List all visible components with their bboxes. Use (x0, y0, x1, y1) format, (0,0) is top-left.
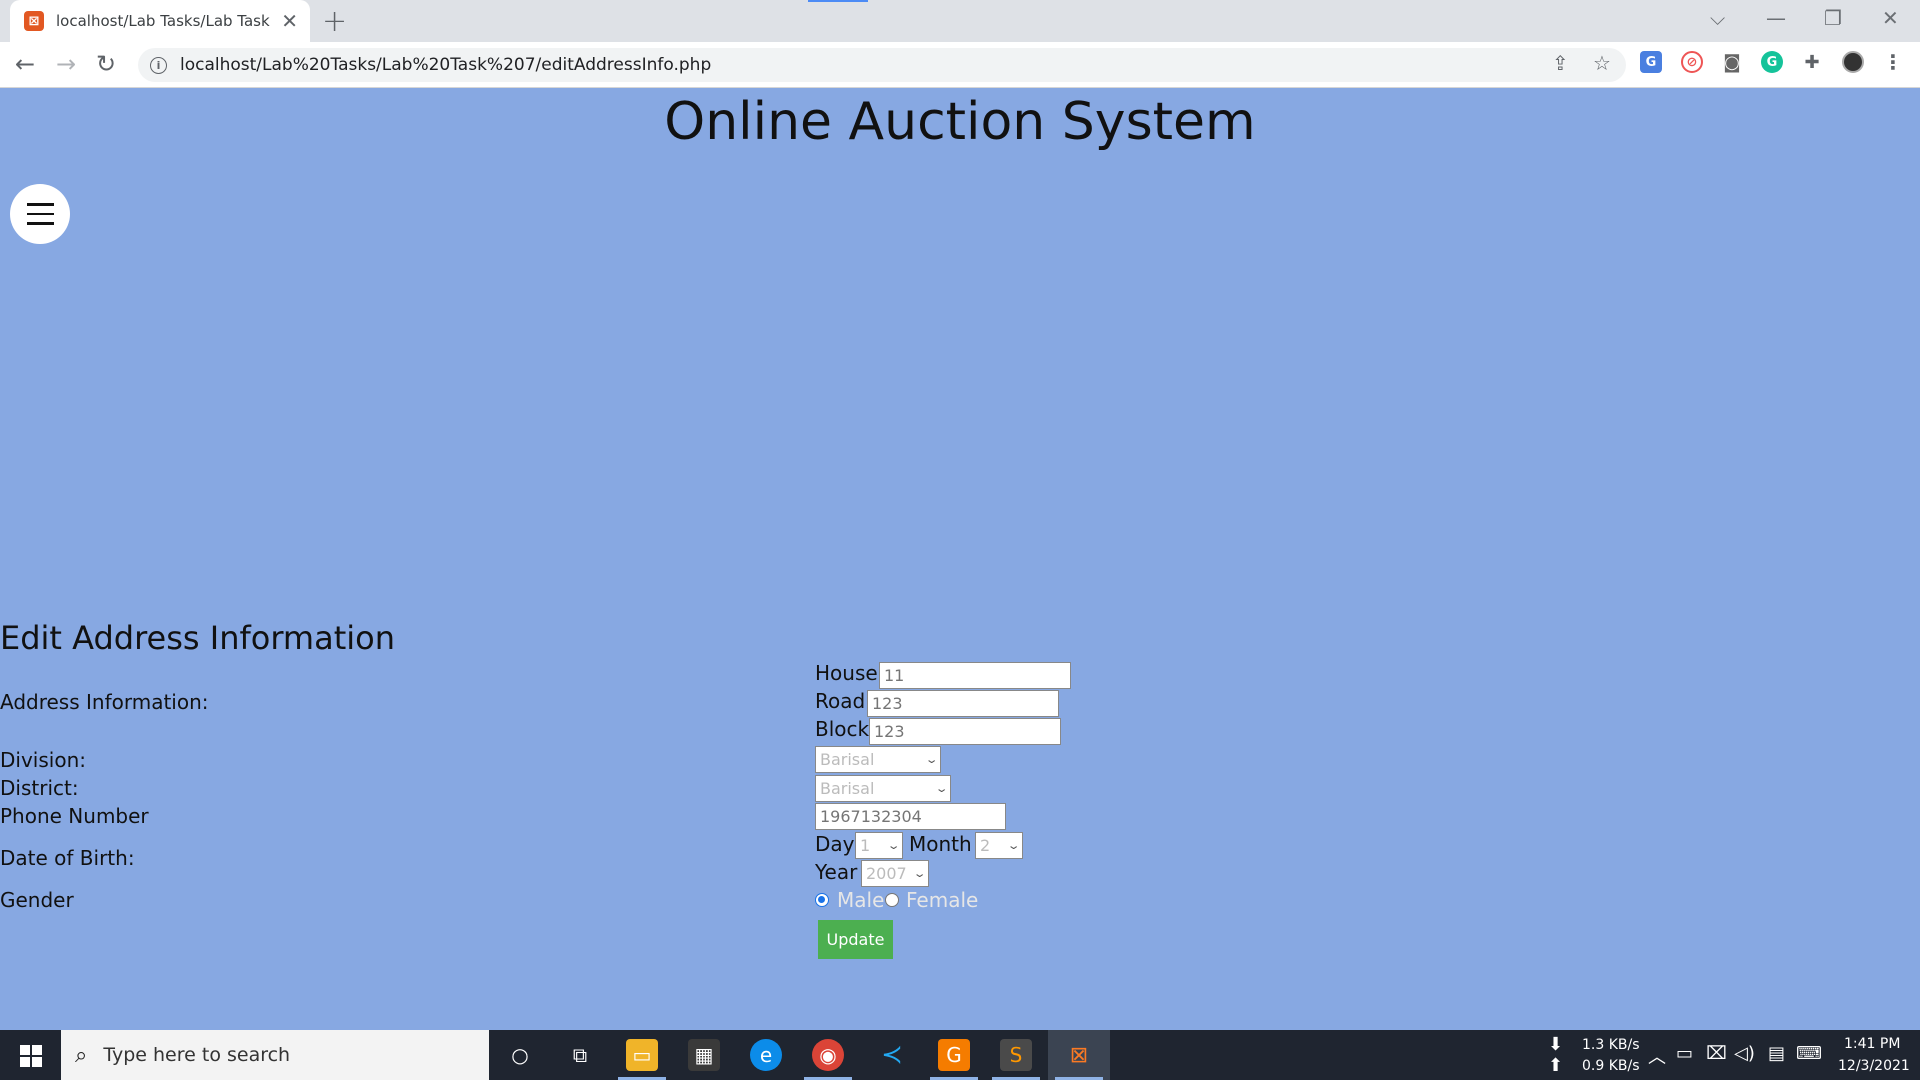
date-of-birth-label: Date of Birth: (0, 846, 135, 870)
hamburger-line (26, 222, 54, 225)
browser-toolbar: ← → ↻ i localhost/Lab%20Tasks/Lab%20Task… (0, 42, 1920, 88)
taskbar-search-box[interactable]: ⌕ Type here to search (61, 1030, 489, 1080)
network-icon[interactable]: ▭ (1676, 1043, 1693, 1064)
block-input[interactable] (869, 718, 1061, 745)
gender-label: Gender (0, 888, 74, 912)
sublime-text-icon[interactable]: S (1000, 1039, 1032, 1071)
download-arrow-icon: ⬇ (1548, 1034, 1564, 1055)
month-label: Month (909, 832, 972, 856)
tab-title: localhost/Lab Tasks/Lab Task 7/e (56, 12, 271, 30)
camera-icon[interactable]: ◙ (1721, 51, 1743, 73)
search-icon: ⌕ (75, 1042, 88, 1068)
close-tab-icon[interactable]: ✕ (281, 9, 298, 33)
bookmark-star-icon[interactable]: ☆ (1593, 51, 1611, 75)
chevron-down-icon: ⌄ (912, 867, 927, 880)
house-label: House (815, 661, 878, 685)
show-hidden-icons-chevron-icon[interactable]: ︿ (1648, 1043, 1666, 1069)
hamburger-line (26, 203, 54, 206)
reload-icon[interactable]: ↻ (96, 50, 116, 78)
browser-menu-icon[interactable]: ⋮ (1882, 50, 1904, 74)
browser-tab[interactable]: ⊠ localhost/Lab Tasks/Lab Task 7/e ✕ (10, 0, 310, 42)
year-label: Year (815, 860, 858, 884)
update-button[interactable]: Update (818, 920, 893, 959)
pdf-reader-icon[interactable]: G (938, 1039, 970, 1071)
microsoft-store-icon[interactable]: ▦ (688, 1039, 720, 1071)
xampp-favicon-icon: ⊠ (24, 11, 44, 31)
new-tab-icon[interactable]: + (322, 4, 347, 39)
cortana-icon[interactable]: ○ (504, 1039, 536, 1071)
chrome-browser-icon[interactable]: ◉ (812, 1039, 844, 1071)
task-view-icon[interactable]: ⧉ (564, 1039, 596, 1071)
xampp-icon: ⊠ (1069, 1042, 1089, 1068)
keyboard-icon[interactable]: ⌨ (1796, 1043, 1822, 1064)
notification-device-icon[interactable]: ▤ (1768, 1043, 1785, 1064)
upload-arrow-icon: ⬆ (1548, 1055, 1564, 1076)
day-label: Day (815, 832, 855, 856)
year-value: 2007 (866, 864, 907, 883)
gender-male-radio[interactable] (815, 893, 829, 907)
close-window-icon[interactable]: ✕ (1882, 6, 1899, 30)
file-explorer-icon[interactable]: ▭ (626, 1039, 658, 1071)
windows-taskbar: ⌕ Type here to search ○ ⧉ ▭ ▦ e ◉ ≺ G S … (0, 1030, 1920, 1080)
year-select[interactable]: 2007 ⌄ (861, 860, 929, 887)
volume-icon[interactable]: ◁) (1734, 1043, 1755, 1064)
windows-start-icon[interactable] (20, 1045, 42, 1067)
back-icon[interactable]: ← (15, 50, 35, 78)
road-input[interactable] (867, 690, 1059, 717)
gender-male-label[interactable]: Male (837, 888, 884, 912)
district-select[interactable]: Barisal ⌄ (815, 775, 951, 802)
day-select[interactable]: 1 ⌄ (855, 832, 903, 859)
forward-icon[interactable]: → (56, 50, 76, 78)
battery-icon[interactable]: ⌧ (1706, 1043, 1727, 1064)
google-translate-icon[interactable]: G (1640, 51, 1662, 73)
block-label: Block (815, 717, 870, 741)
profile-avatar-icon[interactable] (1842, 51, 1864, 73)
grammarly-icon[interactable]: G (1761, 51, 1783, 73)
phone-number-label: Phone Number (0, 804, 149, 828)
tab-search-chevron-icon[interactable]: ⌵ (1710, 6, 1725, 30)
taskbar-search-placeholder: Type here to search (103, 1044, 291, 1066)
edge-browser-icon[interactable]: e (750, 1039, 782, 1071)
district-value: Barisal (820, 779, 875, 798)
site-title: Online Auction System (664, 92, 1256, 152)
chevron-down-icon: ⌄ (886, 839, 901, 852)
address-bar[interactable]: i localhost/Lab%20Tasks/Lab%20Task%207/e… (138, 48, 1626, 82)
form-heading: Edit Address Information (0, 619, 395, 657)
site-info-icon[interactable]: i (150, 56, 167, 74)
restore-icon[interactable]: ❐ (1824, 6, 1842, 30)
vscode-icon[interactable]: ≺ (876, 1039, 908, 1071)
hamburger-menu-button[interactable] (10, 184, 70, 244)
share-icon[interactable]: ⇪ (1552, 51, 1569, 75)
district-label: District: (0, 776, 79, 800)
road-label: Road (815, 689, 866, 713)
tab-strip-accent (808, 0, 868, 2)
gender-female-label[interactable]: Female (906, 888, 978, 912)
house-input[interactable] (879, 662, 1071, 689)
address-information-label: Address Information: (0, 690, 209, 714)
extension-blocker-icon[interactable]: ⊘ (1681, 51, 1703, 73)
clock-time[interactable]: 1:41 PM (1844, 1036, 1900, 1052)
phone-number-input[interactable] (815, 803, 1006, 830)
network-down-speed: 1.3 KB/s (1582, 1037, 1640, 1053)
chevron-down-icon: ⌄ (1006, 839, 1021, 852)
clock-date[interactable]: 12/3/2021 (1838, 1058, 1910, 1074)
division-select[interactable]: Barisal ⌄ (815, 746, 941, 773)
month-select[interactable]: 2 ⌄ (975, 832, 1023, 859)
minimize-icon[interactable]: — (1766, 6, 1786, 30)
network-up-speed: 0.9 KB/s (1582, 1058, 1640, 1074)
division-label: Division: (0, 748, 86, 772)
extensions-puzzle-icon[interactable]: ✚ (1801, 51, 1823, 73)
month-value: 2 (980, 836, 991, 855)
browser-tab-strip: ⊠ localhost/Lab Tasks/Lab Task 7/e ✕ + ⌵… (0, 0, 1920, 42)
chevron-down-icon: ⌄ (934, 782, 949, 795)
url-text[interactable]: localhost/Lab%20Tasks/Lab%20Task%207/edi… (180, 55, 711, 75)
hamburger-line (26, 212, 54, 216)
day-value: 1 (860, 836, 871, 855)
gender-female-radio[interactable] (885, 893, 899, 907)
chevron-down-icon: ⌄ (924, 753, 939, 766)
division-value: Barisal (820, 750, 875, 769)
xampp-taskbar-button[interactable]: ⊠ (1048, 1030, 1110, 1080)
